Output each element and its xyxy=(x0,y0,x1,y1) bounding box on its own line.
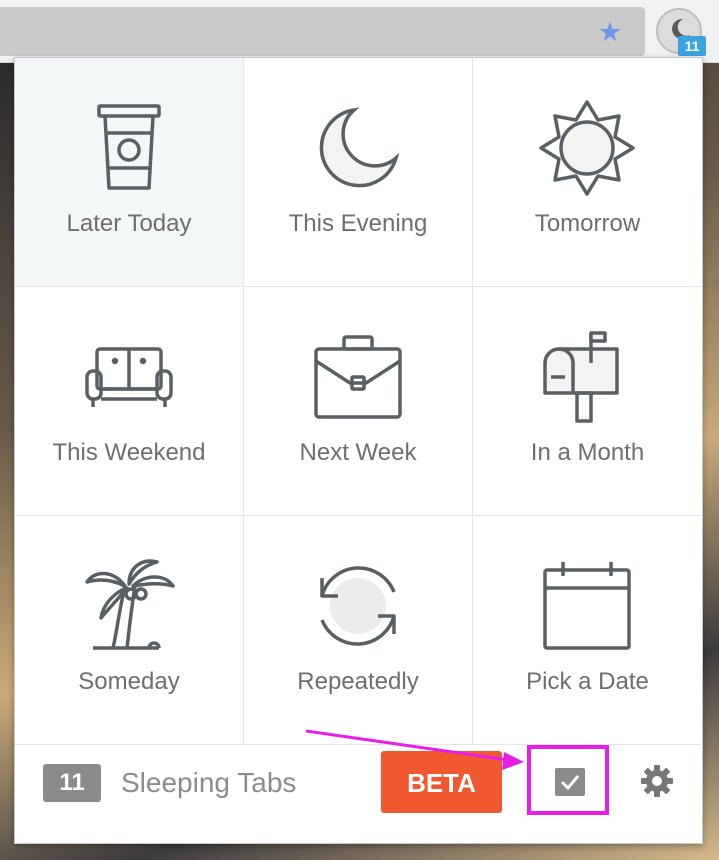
palm-tree-icon xyxy=(85,559,175,650)
checkmark-icon xyxy=(560,775,580,791)
option-label: Someday xyxy=(78,668,180,695)
sun-icon xyxy=(539,100,635,196)
option-pick-a-date[interactable]: Pick a Date xyxy=(473,516,702,745)
snooze-options-grid: Later Today This Evening Tomorrow This W… xyxy=(15,58,702,745)
snooze-popup: Later Today This Evening Tomorrow This W… xyxy=(14,57,703,844)
todo-button[interactable] xyxy=(527,745,609,815)
option-someday[interactable]: Someday xyxy=(15,516,244,745)
extension-badge: 11 xyxy=(678,36,706,56)
option-label: In a Month xyxy=(530,439,645,466)
moon-icon xyxy=(319,107,400,188)
repeat-icon xyxy=(320,566,396,646)
option-in-a-month[interactable]: In a Month xyxy=(473,287,702,516)
option-label: Pick a Date xyxy=(526,668,649,695)
option-label: This Evening xyxy=(288,210,428,237)
option-this-weekend[interactable]: This Weekend xyxy=(15,287,244,516)
option-next-week[interactable]: Next Week xyxy=(244,287,473,516)
option-repeatedly[interactable]: Repeatedly xyxy=(244,516,473,745)
option-label: This Weekend xyxy=(52,439,206,466)
browser-toolbar: ★ 11 xyxy=(0,0,719,63)
option-label: Later Today xyxy=(66,210,192,237)
coffee-cup-icon xyxy=(97,104,161,190)
option-label: Next Week xyxy=(299,439,417,466)
option-later-today[interactable]: Later Today xyxy=(15,58,244,287)
option-tomorrow[interactable]: Tomorrow xyxy=(473,58,702,287)
snooze-extension-button[interactable]: 11 xyxy=(656,6,708,58)
option-label: Tomorrow xyxy=(534,210,641,237)
sofa-icon xyxy=(85,347,173,407)
star-icon[interactable]: ★ xyxy=(596,18,624,46)
address-bar[interactable] xyxy=(0,7,645,56)
todo-checkbox-icon xyxy=(555,768,585,796)
beta-button[interactable]: BETA xyxy=(381,751,502,813)
calendar-icon xyxy=(543,562,631,650)
mailbox-icon xyxy=(543,331,619,423)
popup-footer: 11 Sleeping Tabs BETA xyxy=(15,745,702,843)
sleeping-tabs-count: 11 xyxy=(43,764,101,802)
briefcase-icon xyxy=(314,335,402,419)
gear-icon[interactable] xyxy=(639,763,675,799)
option-label: Repeatedly xyxy=(297,668,419,695)
sleeping-tabs-link[interactable]: Sleeping Tabs xyxy=(121,765,296,801)
option-this-evening[interactable]: This Evening xyxy=(244,58,473,287)
